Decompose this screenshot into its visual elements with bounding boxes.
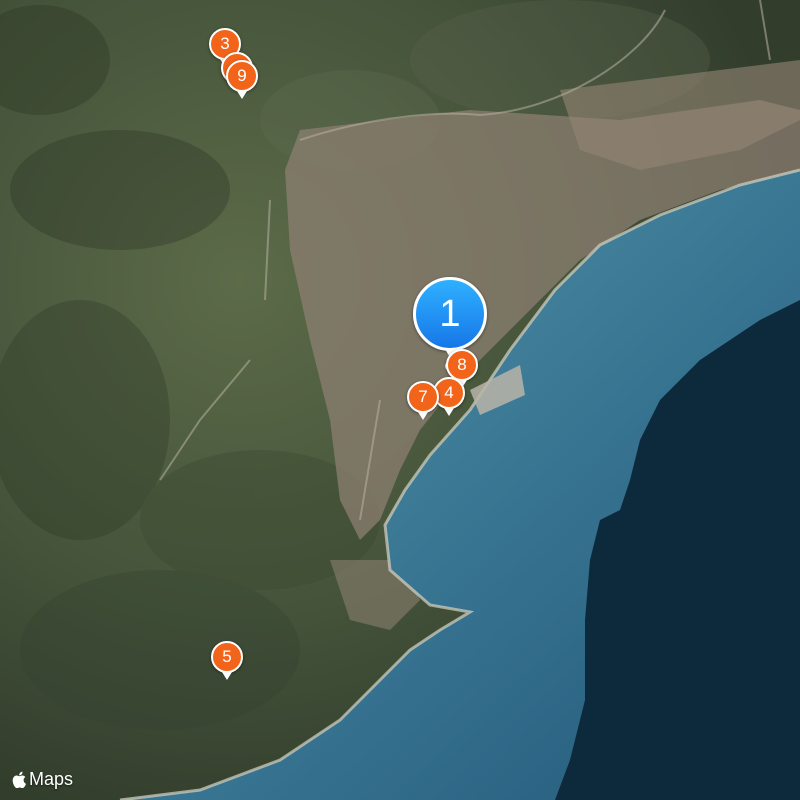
marker-badge: 9 <box>226 60 258 92</box>
apple-logo-icon <box>12 771 26 788</box>
marker-badge: 1 <box>413 277 487 351</box>
marker-badge: 5 <box>211 641 243 673</box>
marker-badge: 7 <box>407 381 439 413</box>
map-marker-5[interactable]: 5 <box>211 641 243 681</box>
marker-pointer <box>418 412 428 420</box>
attribution-text: Maps <box>29 769 74 789</box>
map-marker-1[interactable]: 1 <box>413 277 487 359</box>
map-marker-7[interactable]: 7 <box>407 381 439 421</box>
marker-pointer <box>237 91 247 99</box>
satellite-map[interactable] <box>0 0 800 800</box>
maps-attribution[interactable]: Maps <box>12 769 73 790</box>
marker-pointer <box>222 672 232 680</box>
map-marker-9[interactable]: 9 <box>226 60 258 100</box>
marker-pointer <box>444 408 454 416</box>
